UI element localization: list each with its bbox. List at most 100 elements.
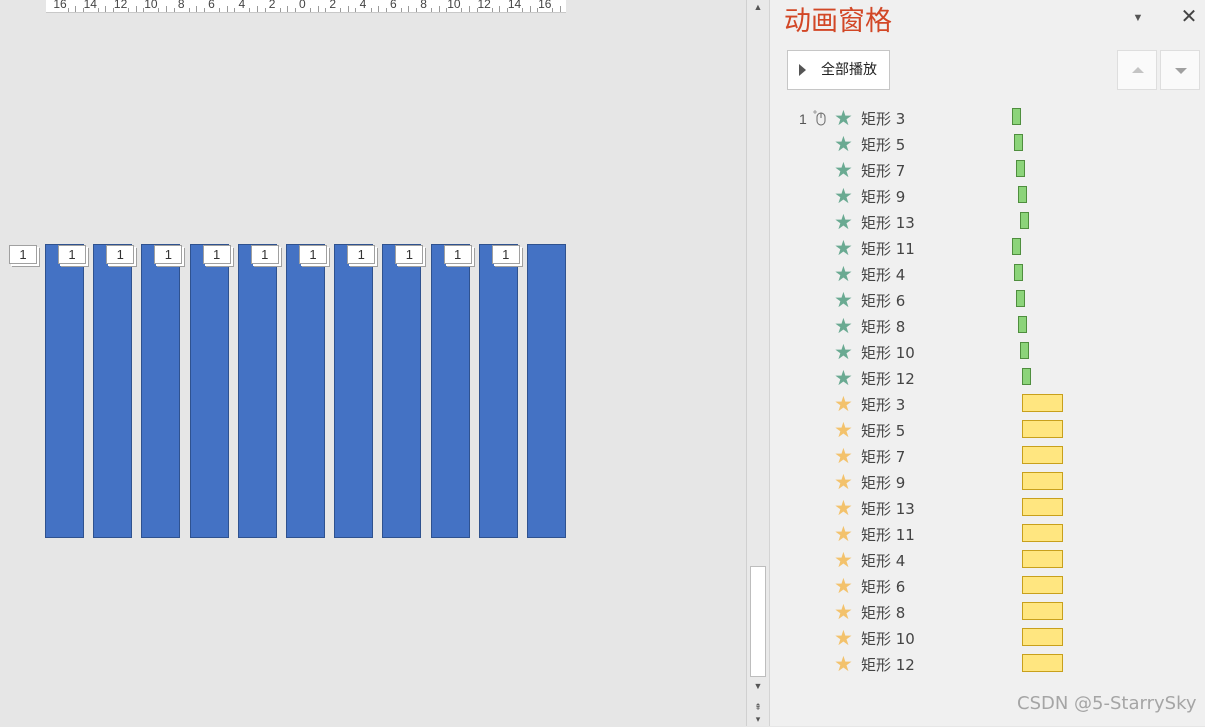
slide-rectangle[interactable] xyxy=(478,244,518,538)
timeline-bar[interactable] xyxy=(1022,576,1063,594)
slide-rectangle[interactable] xyxy=(189,244,229,538)
scrollbar-thumb[interactable] xyxy=(750,566,766,677)
animation-order-tag[interactable]: 1 xyxy=(202,245,231,264)
slide-canvas[interactable]: 16 14 12 10 8 6 4 2 0 2 4 6 8 10 12 14 16 11111111111 xyxy=(0,0,746,726)
slide-rectangle[interactable] xyxy=(93,244,133,538)
ruler-tick xyxy=(188,8,190,12)
timeline-bar[interactable] xyxy=(1022,550,1063,568)
scroll-down-icon[interactable]: ▼ xyxy=(750,679,766,694)
animation-order-tag[interactable]: 1 xyxy=(443,245,472,264)
animation-item[interactable]: ★ 矩形 11 xyxy=(788,237,1198,263)
timeline-bar[interactable] xyxy=(1020,212,1029,229)
timeline-bar[interactable] xyxy=(1018,186,1027,203)
animation-item[interactable]: ★ 矩形 13 xyxy=(788,211,1198,237)
move-later-button[interactable] xyxy=(1160,50,1200,90)
ruler-tick xyxy=(294,8,296,12)
animation-order-tag[interactable]: 1 xyxy=(491,245,520,264)
timeline-bar[interactable] xyxy=(1012,108,1021,125)
animation-item[interactable]: ★ 矩形 8 xyxy=(788,315,1198,341)
animation-item[interactable]: ★ 矩形 12 xyxy=(788,367,1198,393)
timeline-bar[interactable] xyxy=(1016,160,1025,177)
vertical-scrollbar[interactable]: ▲ ▼ ⇞ ▾ xyxy=(746,0,769,726)
slide-rectangle[interactable] xyxy=(430,244,470,538)
sequence-number: 1 xyxy=(799,111,807,127)
animation-item[interactable]: ★ 矩形 6 xyxy=(788,575,1198,601)
animation-item-label: 矩形 11 xyxy=(861,526,915,544)
ruler-tick xyxy=(287,6,289,12)
animation-item[interactable]: ★ 矩形 13 xyxy=(788,497,1198,523)
ruler-tick xyxy=(203,8,205,12)
timeline-bar[interactable] xyxy=(1022,602,1063,620)
emphasis-effect-star-icon: ★ xyxy=(834,626,853,650)
animation-order-tag[interactable]: 1 xyxy=(395,245,424,264)
play-all-button[interactable]: 全部播放 xyxy=(787,50,890,90)
animation-order-tag[interactable]: 1 xyxy=(9,245,37,264)
slide-rectangle[interactable] xyxy=(141,244,181,538)
animation-order-tag[interactable]: 1 xyxy=(58,245,86,264)
timeline-bar[interactable] xyxy=(1020,342,1029,359)
animation-item-label: 矩形 8 xyxy=(861,604,906,622)
slide-rectangle[interactable] xyxy=(45,244,84,538)
animation-item-label: 矩形 7 xyxy=(861,448,906,466)
ruler-tick xyxy=(461,8,463,12)
ruler-tick xyxy=(317,6,319,12)
animation-item[interactable]: ★ 矩形 10 xyxy=(788,341,1198,367)
timeline-bar[interactable] xyxy=(1022,628,1063,646)
animation-order-tag[interactable]: 1 xyxy=(154,245,183,264)
next-slide-icon[interactable]: ▾ xyxy=(750,712,766,727)
scroll-up-icon[interactable]: ▲ xyxy=(750,0,766,15)
animation-item[interactable]: ★ 矩形 9 xyxy=(788,471,1198,497)
animation-item[interactable]: ★ 矩形 4 xyxy=(788,263,1198,289)
timeline-bar[interactable] xyxy=(1016,290,1025,307)
ruler-number: 4 xyxy=(238,0,246,11)
slide-rectangle[interactable] xyxy=(382,244,422,538)
timeline-bar[interactable] xyxy=(1022,498,1063,516)
timeline-bar[interactable] xyxy=(1018,316,1027,333)
ruler-tick xyxy=(325,8,327,12)
move-earlier-button[interactable] xyxy=(1117,50,1157,90)
ruler-tick xyxy=(347,6,349,12)
chevron-down-icon[interactable]: ▼ xyxy=(1130,8,1146,28)
ruler-tick xyxy=(522,8,524,12)
animation-item[interactable]: ★ 矩形 11 xyxy=(788,523,1198,549)
slide-rectangle[interactable] xyxy=(334,244,374,538)
timeline-bar[interactable] xyxy=(1022,420,1063,438)
slide-rectangle[interactable] xyxy=(237,244,277,538)
close-icon[interactable]: ✕ xyxy=(1179,6,1199,28)
animation-item[interactable]: ★ 矩形 7 xyxy=(788,159,1198,185)
animation-item[interactable]: ★ 矩形 5 xyxy=(788,133,1198,159)
animation-item-label: 矩形 4 xyxy=(861,552,906,570)
animation-order-tag[interactable]: 1 xyxy=(347,245,376,264)
entrance-effect-star-icon: ★ xyxy=(834,314,853,338)
animation-item[interactable]: ★ 矩形 4 xyxy=(788,549,1198,575)
emphasis-effect-star-icon: ★ xyxy=(834,418,853,442)
slide-rectangle[interactable] xyxy=(527,244,566,538)
animation-item[interactable]: 1 ★ 矩形 3 xyxy=(788,107,1198,133)
animation-item[interactable]: ★ 矩形 9 xyxy=(788,185,1198,211)
ruler-tick xyxy=(385,8,387,12)
timeline-bar[interactable] xyxy=(1014,134,1023,151)
animation-item[interactable]: ★ 矩形 7 xyxy=(788,445,1198,471)
timeline-bar[interactable] xyxy=(1022,472,1063,490)
slide-rectangle[interactable] xyxy=(286,244,325,538)
ruler-number: 12 xyxy=(477,0,491,11)
timeline-bar[interactable] xyxy=(1022,524,1063,542)
animation-item[interactable]: ★ 矩形 5 xyxy=(788,419,1198,445)
animation-item[interactable]: ★ 矩形 8 xyxy=(788,601,1198,627)
animation-item[interactable]: ★ 矩形 3 xyxy=(788,393,1198,419)
timeline-bar[interactable] xyxy=(1014,264,1023,281)
animation-item[interactable]: ★ 矩形 12 xyxy=(788,653,1198,679)
animation-item[interactable]: ★ 矩形 10 xyxy=(788,627,1198,653)
timeline-bar[interactable] xyxy=(1022,394,1063,412)
timeline-bar[interactable] xyxy=(1012,238,1021,255)
animation-order-tag[interactable]: 1 xyxy=(250,245,279,264)
animation-item[interactable]: ★ 矩形 6 xyxy=(788,289,1198,315)
timeline-bar[interactable] xyxy=(1022,446,1063,464)
animation-order-tag[interactable]: 1 xyxy=(106,245,135,264)
horizontal-ruler[interactable]: 16 14 12 10 8 6 4 2 0 2 4 6 8 10 12 14 16 xyxy=(46,0,566,13)
timeline-bar[interactable] xyxy=(1022,654,1063,672)
entrance-effect-star-icon: ★ xyxy=(834,106,853,130)
ruler-number: 12 xyxy=(113,0,128,11)
animation-order-tag[interactable]: 1 xyxy=(299,245,327,264)
timeline-bar[interactable] xyxy=(1022,368,1031,385)
